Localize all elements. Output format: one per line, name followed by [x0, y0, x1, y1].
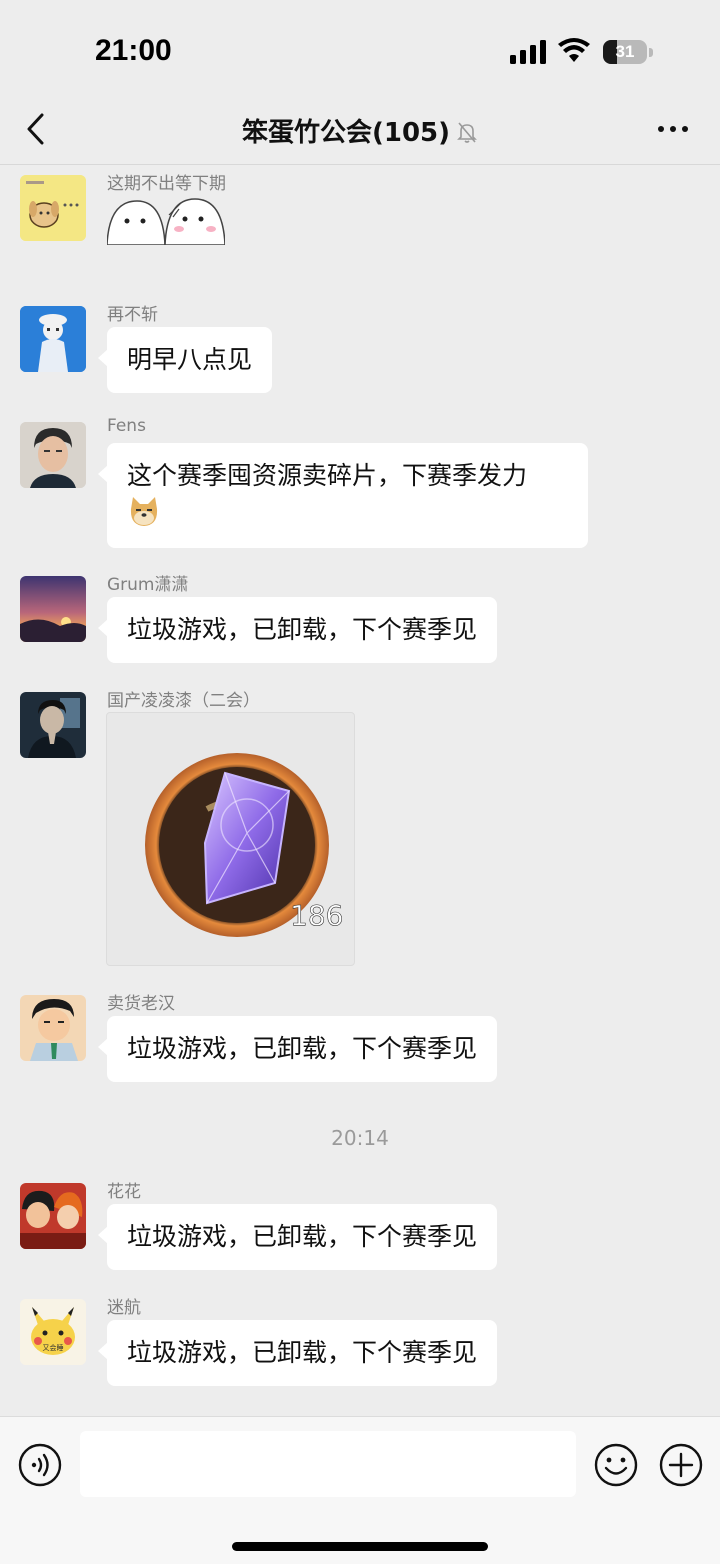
avatar[interactable]: [20, 306, 86, 372]
more-icon[interactable]: [657, 124, 689, 134]
chat-title: 笨蛋竹公会(105): [241, 118, 451, 148]
sender-name: Grum潇潇: [107, 575, 189, 595]
message-bubble[interactable]: 垃圾游戏，已卸载，下个赛季见: [97, 1016, 498, 1082]
sender-name: 国产凌凌漆（二会）: [107, 691, 260, 711]
avatar-man-dark-image: [20, 692, 86, 758]
image-caption: 186: [290, 899, 343, 932]
chat-header: 笨蛋竹公会(105): [0, 100, 720, 165]
battery-icon: 31: [603, 40, 647, 64]
sender-name: Fens: [107, 416, 146, 436]
home-indicator: [232, 1542, 488, 1551]
battery-cap: [649, 48, 653, 57]
message-bubble[interactable]: 垃圾游戏，已卸载，下个赛季见: [97, 597, 498, 663]
message-bubble[interactable]: 垃圾游戏，已卸载，下个赛季见: [97, 1204, 498, 1270]
battery-percent: 31: [615, 42, 635, 61]
status-bar: 21:00 31: [0, 0, 720, 100]
avatar-pikachu-image: 又会睡: [20, 1299, 86, 1365]
avatar-man-image: [20, 422, 86, 488]
sender-name: 卖货老汉: [107, 994, 175, 1014]
avatar[interactable]: [20, 576, 86, 642]
chat-title-wrap: 笨蛋竹公会(105): [0, 112, 720, 149]
image-message[interactable]: 186: [106, 712, 355, 966]
avatar[interactable]: 又会睡: [20, 1299, 86, 1365]
timestamp: 20:14: [331, 1126, 389, 1150]
avatar[interactable]: [20, 1183, 86, 1249]
voice-icon[interactable]: [18, 1443, 62, 1487]
avatar[interactable]: [20, 692, 86, 758]
sender-name: 花花: [107, 1182, 141, 1202]
avatar-figure-image: [20, 306, 86, 372]
message-bubble[interactable]: 这个赛季囤资源卖碎片，下赛季发力: [98, 443, 588, 548]
sticker-image[interactable]: [107, 195, 225, 245]
wifi-icon: [558, 38, 590, 62]
mute-bell-icon: [457, 122, 477, 143]
crystal-image: 186: [145, 753, 344, 937]
message-text: 这个赛季囤资源卖碎片，下赛季发力: [127, 461, 528, 490]
sender-name: 这期不出等下期: [107, 174, 226, 194]
emoji-icon[interactable]: [594, 1443, 638, 1487]
message-input[interactable]: [80, 1431, 576, 1497]
avatar-dog-image: [20, 175, 86, 241]
message-bubble[interactable]: 垃圾游戏，已卸载，下个赛季见: [97, 1320, 498, 1386]
avatar[interactable]: [20, 422, 86, 488]
avatar-cartoon-man-image: [20, 995, 86, 1061]
cellular-signal-icon: [510, 40, 546, 64]
status-time: 21:00: [95, 34, 172, 67]
avatar-badge-text: 又会睡: [43, 1343, 64, 1352]
message-bubble[interactable]: 明早八点见: [97, 327, 273, 393]
avatar-anime-pair-image: [20, 1183, 86, 1249]
avatar[interactable]: [20, 175, 86, 241]
plus-icon[interactable]: [659, 1443, 703, 1487]
avatar-sunset-image: [20, 576, 86, 642]
sender-name: 再不斩: [107, 305, 158, 325]
sender-name: 迷航: [107, 1298, 141, 1318]
doge-emoji-icon: [130, 497, 158, 526]
avatar[interactable]: [20, 995, 86, 1061]
